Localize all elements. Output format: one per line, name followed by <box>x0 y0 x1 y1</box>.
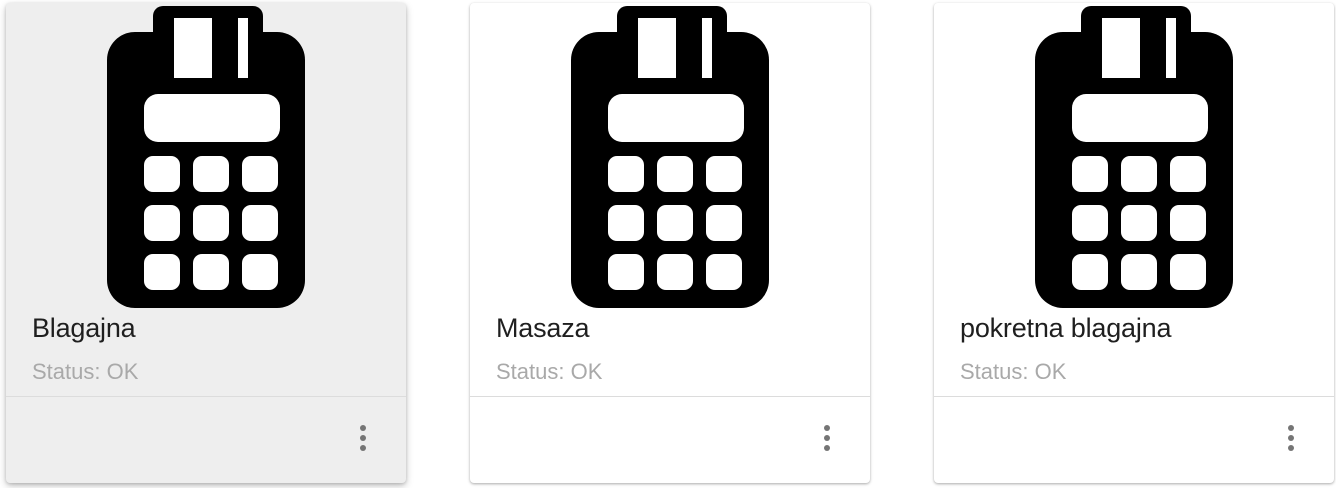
device-name: Blagajna <box>32 313 136 343</box>
device-status: Status: OK <box>960 359 1067 384</box>
card-terminal-icon <box>1034 3 1234 308</box>
more-vert-icon[interactable] <box>812 418 842 458</box>
device-grid: Blagajna Status: OK Masaza Status: OK po… <box>0 0 1336 488</box>
device-status: Status: OK <box>496 359 603 384</box>
more-vert-icon[interactable] <box>348 418 378 458</box>
card-divider <box>470 396 870 397</box>
more-vert-icon[interactable] <box>1276 418 1306 458</box>
card-divider <box>934 396 1334 397</box>
device-name: Masaza <box>496 313 590 343</box>
card-terminal-icon <box>106 3 306 308</box>
device-status: Status: OK <box>32 359 139 384</box>
device-name: pokretna blagajna <box>960 313 1172 343</box>
card-divider <box>6 396 406 397</box>
device-card[interactable]: pokretna blagajna Status: OK <box>934 3 1334 483</box>
device-card[interactable]: Blagajna Status: OK <box>6 3 406 483</box>
card-terminal-icon <box>570 3 770 308</box>
device-card[interactable]: Masaza Status: OK <box>470 3 870 483</box>
